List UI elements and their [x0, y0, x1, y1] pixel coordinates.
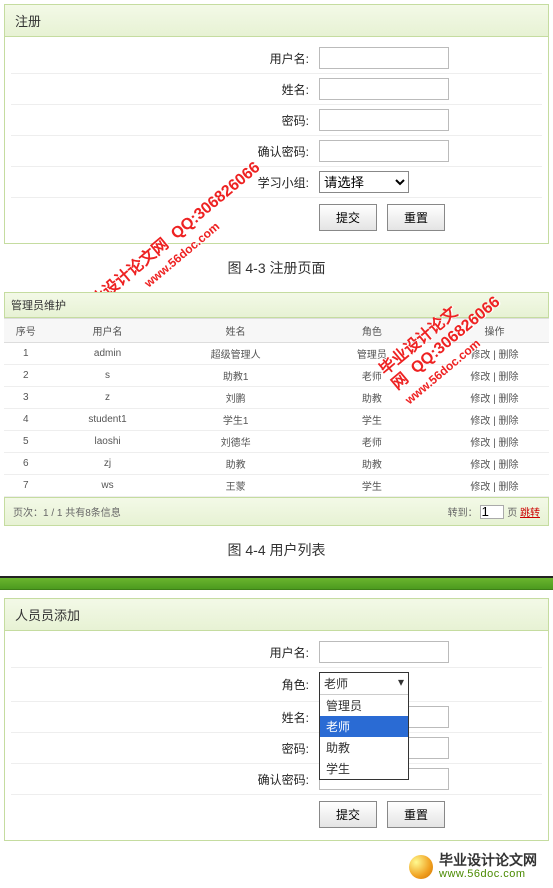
col-role: 角色	[304, 319, 440, 343]
pager-jump-link[interactable]: 跳转	[520, 508, 540, 519]
role-option-admin[interactable]: 管理员	[320, 695, 408, 716]
label-username: 用户名:	[5, 50, 315, 67]
label-password: 密码:	[5, 112, 315, 129]
pager: 页次：1 / 1 共有8条信息 转到： 页 跳转	[4, 497, 549, 526]
group-select[interactable]: 请选择	[319, 171, 409, 193]
globe-icon	[409, 855, 433, 879]
row-action[interactable]: 修改 | 删除	[470, 482, 518, 493]
table-row: 3z刘鹏助教修改 | 删除	[4, 387, 549, 409]
addperson-header: 人员员添加	[5, 599, 548, 631]
label-confirm: 确认密码:	[5, 143, 315, 160]
reset-button[interactable]: 重置	[387, 801, 445, 828]
label-name: 姓名:	[5, 81, 315, 98]
password-field[interactable]	[319, 109, 449, 131]
addperson-panel: 人员员添加 用户名: 角色: 老师▾ 管理员 老师 助教 学生	[4, 598, 549, 841]
col-ops: 操作	[440, 319, 549, 343]
addperson-body: 用户名: 角色: 老师▾ 管理员 老师 助教 学生 姓名:	[5, 631, 548, 840]
role-option-student[interactable]: 学生	[320, 758, 408, 779]
pager-input[interactable]	[480, 505, 504, 519]
row-action[interactable]: 修改 | 删除	[470, 416, 518, 427]
table-row: 4student1学生1学生修改 | 删除	[4, 409, 549, 431]
table-row: 1admin超级管理人管理员修改 | 删除	[4, 343, 549, 365]
label-name: 姓名:	[5, 709, 315, 726]
col-seq: 序号	[4, 319, 48, 343]
chevron-down-icon: ▾	[398, 675, 404, 692]
label-role: 角色:	[5, 676, 315, 693]
userlist-table: 序号 用户名 姓名 角色 操作 1admin超级管理人管理员修改 | 删除2s助…	[4, 318, 549, 497]
role-option-assistant[interactable]: 助教	[320, 737, 408, 758]
footer-logo: 毕业设计论文网 www.56doc.com	[0, 845, 553, 888]
username-field[interactable]	[319, 641, 449, 663]
pager-info: 页次：1 / 1 共有8条信息	[13, 504, 121, 519]
register-panel: 注册 用户名: 姓名: 密码: 确认密码: 学习小组: 请选择	[4, 4, 549, 244]
register-header: 注册	[5, 5, 548, 37]
username-field[interactable]	[319, 47, 449, 69]
label-username: 用户名:	[5, 644, 315, 661]
userlist-header: 管理员维护	[4, 292, 549, 318]
label-group: 学习小组:	[5, 174, 315, 191]
register-body: 用户名: 姓名: 密码: 确认密码: 学习小组: 请选择	[5, 37, 548, 243]
table-row: 5laoshi刘德华老师修改 | 删除	[4, 431, 549, 453]
register-caption: 图 4-3 注册页面 毕业设计论文网 QQ:306826066 www.56do…	[0, 248, 553, 288]
col-name: 姓名	[167, 319, 303, 343]
userlist-panel: 管理员维护 序号 用户名 姓名 角色 操作 1admin超级管理人管理员修改 |…	[4, 292, 549, 526]
row-action[interactable]: 修改 | 删除	[470, 372, 518, 383]
reset-button[interactable]: 重置	[387, 204, 445, 231]
row-action[interactable]: 修改 | 删除	[470, 438, 518, 449]
footer-title: 毕业设计论文网	[439, 853, 537, 868]
userlist-caption: 图 4-4 用户列表	[0, 530, 553, 570]
table-row: 7ws王蒙学生修改 | 删除	[4, 475, 549, 497]
table-row: 6zj助教助教修改 | 删除	[4, 453, 549, 475]
row-action[interactable]: 修改 | 删除	[470, 350, 518, 361]
green-divider-bar	[0, 576, 553, 590]
role-option-teacher[interactable]: 老师	[320, 716, 408, 737]
submit-button[interactable]: 提交	[319, 801, 377, 828]
col-username: 用户名	[48, 319, 168, 343]
row-action[interactable]: 修改 | 删除	[470, 394, 518, 405]
table-row: 2s助教1老师修改 | 删除	[4, 365, 549, 387]
submit-button[interactable]: 提交	[319, 204, 377, 231]
confirm-password-field[interactable]	[319, 140, 449, 162]
footer-url: www.56doc.com	[439, 868, 537, 880]
label-password: 密码:	[5, 740, 315, 757]
role-select-open[interactable]: 老师▾ 管理员 老师 助教 学生	[319, 672, 409, 780]
row-action[interactable]: 修改 | 删除	[470, 460, 518, 471]
name-field[interactable]	[319, 78, 449, 100]
label-confirm: 确认密码:	[5, 771, 315, 788]
